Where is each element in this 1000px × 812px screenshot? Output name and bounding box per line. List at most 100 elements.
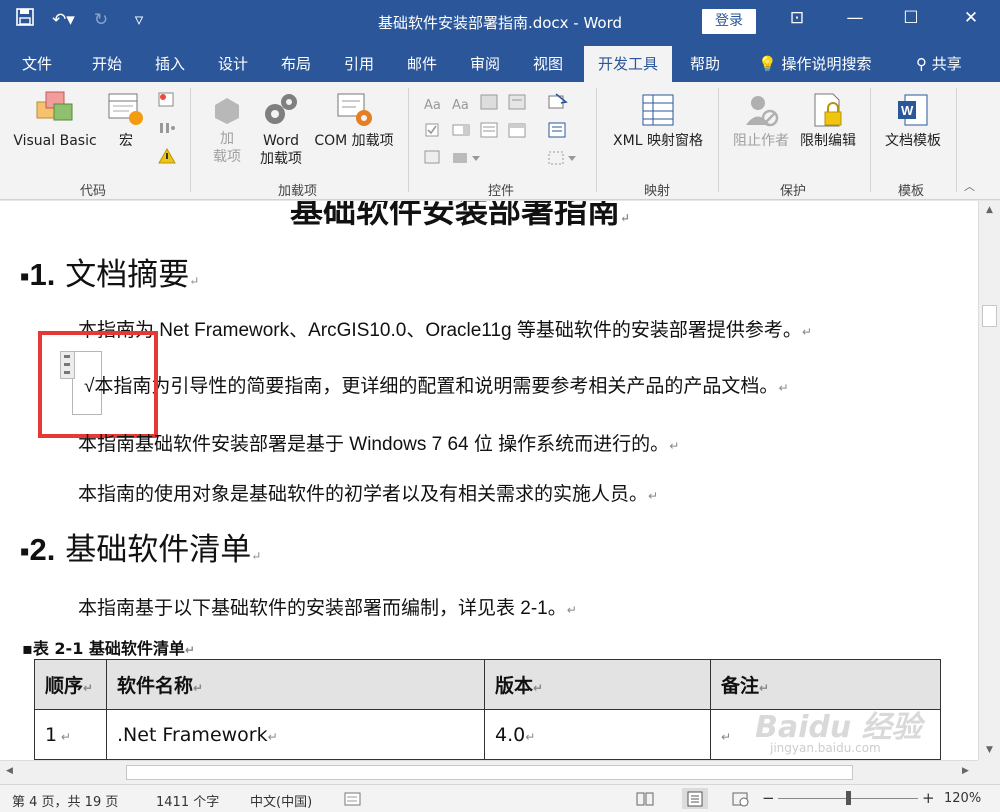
read-mode-icon[interactable] [636,791,654,811]
group-separator [718,88,719,192]
com-add-ins-button[interactable]: COM 加载项 [308,92,400,150]
add-ins-button[interactable]: 加 载项 [206,96,248,166]
group-label-protect: 保护 [780,184,807,199]
document-page[interactable]: 基础软件安装部署指南↵ ▪1. 文档摘要↵ 本指南为.Net Framework… [0,201,978,760]
maximize-icon[interactable]: ☐ [896,8,926,28]
web-layout-icon[interactable] [732,791,750,811]
macros-button[interactable]: 宏 [104,88,148,150]
macro-recording-icon[interactable] [344,791,362,811]
tell-me-search[interactable]: 💡 操作说明搜索 [758,53,871,74]
tab-mailings[interactable]: 邮件 [407,53,437,74]
scroll-down-icon[interactable]: ▼ [979,745,1000,755]
tab-view[interactable]: 视图 [533,53,563,74]
block-authors-icon [746,96,779,127]
table-header-cell: 顺序↵ [34,659,107,710]
table-cell[interactable]: .Net Framework↵ [106,709,485,760]
minimize-icon[interactable]: — [840,8,870,28]
scroll-left-icon[interactable]: ◀ [6,766,13,776]
share-button[interactable]: ⚲ 共享 [916,53,962,74]
print-layout-icon[interactable] [682,788,708,809]
horizontal-scroll-thumb[interactable] [126,765,853,780]
paragraph: 本指南基于以下基础软件的安装部署而编制，详见表 2-1。↵ [78,598,577,619]
scroll-right-icon[interactable]: ▶ [962,766,969,776]
watermark-logo: Baidu 经验 [755,710,922,745]
person-icon: ⚲ [916,55,927,73]
close-icon[interactable]: ✕ [956,8,986,28]
tab-design[interactable]: 设计 [218,53,248,74]
visual-basic-icon [36,91,73,121]
tab-references[interactable]: 引用 [344,53,374,74]
macro-icon [108,93,143,125]
paragraph: 本指南的使用对象是基础软件的初学者以及有相关需求的实施人员。↵ [78,484,659,505]
record-macro-icon[interactable] [158,92,176,108]
zoom-in-icon[interactable]: + [922,789,935,807]
add-ins-icon [215,98,239,124]
horizontal-scrollbar[interactable]: ◀ ▶ [0,760,978,784]
vertical-scrollbar[interactable]: ▲ ▼ [978,201,1000,760]
word-template-icon: W [898,94,928,126]
login-button[interactable]: 登录 [702,9,756,34]
group-separator [408,88,409,192]
document-template-button[interactable]: W 文档模板 [880,92,946,150]
tab-review[interactable]: 审阅 [470,53,500,74]
zoom-level[interactable]: 120% [944,791,981,806]
visual-basic-button[interactable]: Visual Basic [12,88,98,150]
building-block-control-icon[interactable] [508,94,526,110]
vertical-scroll-thumb[interactable] [982,305,997,327]
ribbon-display-options-icon[interactable]: ⊡ [782,8,812,28]
group-separator [190,88,191,192]
checkbox-control-icon[interactable] [424,122,442,138]
legacy-tools-icon[interactable] [452,150,482,166]
group-separator [596,88,597,192]
group-label-templates: 模板 [898,184,925,199]
restrict-editing-button[interactable]: 限制编辑 [796,92,860,150]
tab-help[interactable]: 帮助 [690,53,720,74]
xml-mapping-pane-button[interactable]: XML 映射窗格 [606,92,710,150]
block-authors-button[interactable]: 阻止作者 [728,92,794,150]
svg-text:W: W [901,103,914,118]
lightbulb-icon: 💡 [758,55,777,73]
group-controls-icon[interactable] [548,150,578,166]
page-count[interactable]: 第 4 页，共 19 页 [12,791,118,810]
xml-mapping-icon [642,94,674,126]
tab-home[interactable]: 开始 [92,53,122,74]
pause-recording-icon[interactable] [158,120,176,136]
section-heading: ▪2. 基础软件清单↵ [20,532,262,568]
tab-insert[interactable]: 插入 [155,53,185,74]
paragraph: 本指南为.Net Framework、ArcGIS10.0、Oracle11g … [78,320,812,341]
word-add-ins-button[interactable]: Word 加载项 [254,92,308,168]
scroll-up-icon[interactable]: ▲ [979,205,1000,215]
repeating-section-control-icon[interactable] [424,150,442,166]
collapse-ribbon-icon[interactable]: ︿ [964,178,975,194]
highlight-annotation-box [38,331,158,438]
group-separator [956,88,957,192]
group-label-add-ins: 加载项 [278,184,318,199]
plain-text-control-icon[interactable]: Aa [452,94,474,113]
combo-box-control-icon[interactable] [452,122,470,138]
lock-document-icon [814,93,842,127]
zoom-slider-thumb[interactable] [846,791,851,805]
table-header-cell: 软件名称↵ [106,659,485,710]
word-count[interactable]: 1411 个字 [156,791,219,810]
language[interactable]: 中文(中国) [250,791,312,810]
watermark-url: jingyan.baidu.com [770,741,881,755]
date-picker-control-icon[interactable] [508,122,526,138]
document-title-heading: 基础软件安装部署指南↵ [290,201,631,230]
table-cell[interactable]: 1 ↵ [34,709,107,760]
section-heading: ▪1. 文档摘要↵ [20,257,200,293]
rich-text-control-icon[interactable]: Aa [424,94,446,113]
title-bar: ↶▾ ↻ ▿ 基础软件安装部署指南.docx - Word 登录 ⊡ — ☐ ✕ [0,0,1000,44]
picture-control-icon[interactable] [480,94,498,110]
tab-file[interactable]: 文件 [22,53,52,74]
properties-icon[interactable] [548,122,566,138]
macro-security-icon[interactable] [158,147,176,164]
group-separator [870,88,871,192]
dropdown-list-control-icon[interactable] [480,122,498,138]
table-cell[interactable]: 4.0↵ [484,709,711,760]
paragraph: 本指南基础软件安装部署是基于 Windows 7 64 位 操作系统而进行的。↵ [78,434,680,455]
tab-developer[interactable]: 开发工具 [584,46,673,82]
tab-layout[interactable]: 布局 [281,53,311,74]
design-mode-icon[interactable] [548,92,568,109]
table-header-cell: 版本↵ [484,659,711,710]
zoom-out-icon[interactable]: − [762,789,775,807]
